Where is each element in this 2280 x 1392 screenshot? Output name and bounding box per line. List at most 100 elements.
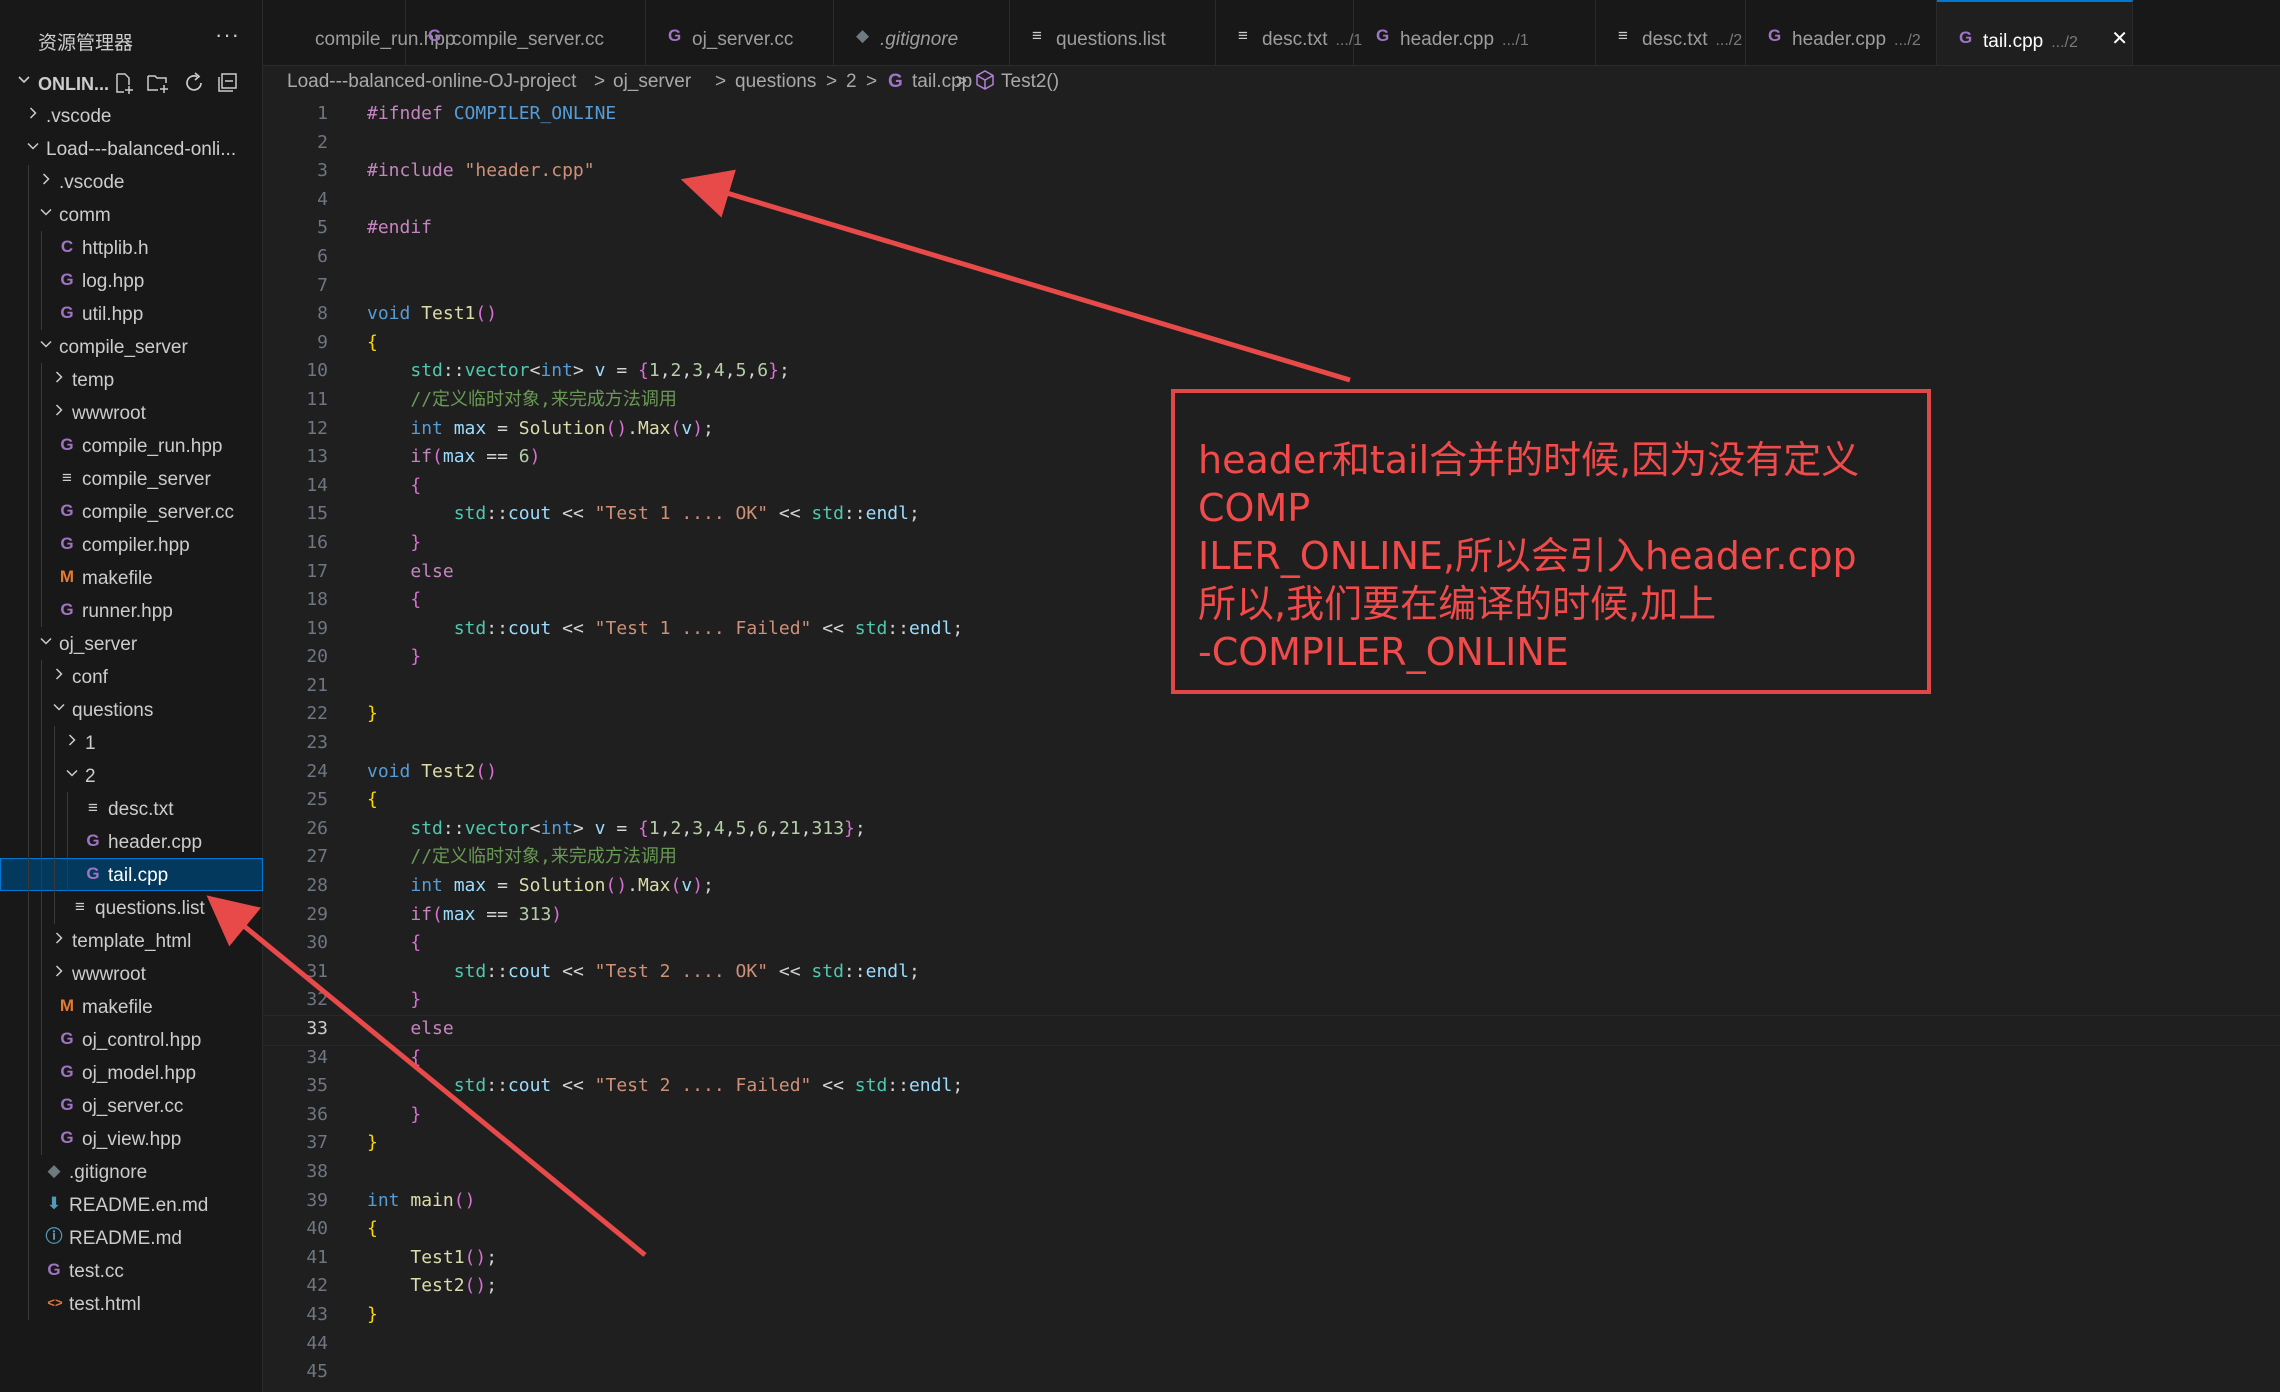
tree-file[interactable]: Mmakefile	[0, 561, 263, 594]
workspace-root[interactable]: ONLIN...	[0, 66, 263, 99]
tab-description: .../1	[1502, 32, 1529, 49]
tree-file[interactable]: ◆ .gitignore	[0, 1155, 263, 1188]
tree-file[interactable]: ⓘ README.md	[0, 1221, 263, 1254]
breadcrumb-item[interactable]: oj_server	[613, 71, 691, 93]
tree-file[interactable]: Glog.hpp	[0, 264, 263, 297]
tree-file[interactable]: Gcompile_run.hpp	[0, 429, 263, 462]
tree-folder[interactable]: 1	[0, 726, 263, 759]
tree-file[interactable]: Gcompiler.hpp	[0, 528, 263, 561]
indent-guide	[41, 396, 42, 429]
tree-file[interactable]: Goj_control.hpp	[0, 1023, 263, 1056]
code-line[interactable]	[367, 1358, 2267, 1387]
code-line[interactable]	[367, 129, 2267, 158]
code-line[interactable]: {	[367, 1044, 2267, 1073]
tree-folder[interactable]: .vscode	[0, 165, 263, 198]
tree-folder[interactable]: compile_server	[0, 330, 263, 363]
code-line[interactable]: }	[367, 986, 2267, 1015]
tree-file[interactable]: Grunner.hpp	[0, 594, 263, 627]
code-line[interactable]: std::cout << "Test 2 .... Failed" << std…	[367, 1072, 2267, 1101]
editor-tab[interactable]: ≡ desc.txt .../1	[1216, 0, 1362, 65]
code-line[interactable]	[367, 1330, 2267, 1359]
tree-folder[interactable]: Load---balanced-onli...	[0, 132, 263, 165]
code-line[interactable]: #include "header.cpp"	[367, 157, 2267, 186]
tree-file[interactable]: <> test.html	[0, 1287, 263, 1320]
tree-file[interactable]: Goj_model.hpp	[0, 1056, 263, 1089]
code-line[interactable]: std::cout << "Test 2 .... OK" << std::en…	[367, 958, 2267, 987]
tree-file[interactable]: Gtest.cc	[0, 1254, 263, 1287]
tree-file[interactable]: Gutil.hpp	[0, 297, 263, 330]
tree-file[interactable]: ⬇ README.en.md	[0, 1188, 263, 1221]
editor-tab[interactable]: ≡ questions.list	[1010, 0, 1216, 65]
tree-file[interactable]: Gheader.cpp	[0, 825, 263, 858]
tree-file[interactable]: ≡ questions.list	[0, 891, 263, 924]
code-line[interactable]: }	[367, 1301, 2267, 1330]
tree-file[interactable]: Gtail.cpp	[0, 858, 263, 891]
code-line[interactable]: //定义临时对象,来完成方法调用	[367, 843, 2267, 872]
code-line[interactable]: std::vector<int> v = {1,2,3,4,5,6,21,313…	[367, 815, 2267, 844]
tree-item-label: compile_server	[82, 469, 211, 490]
code-line[interactable]: void Test1()	[367, 300, 2267, 329]
code-line[interactable]: {	[367, 929, 2267, 958]
tree-folder[interactable]: oj_server	[0, 627, 263, 660]
code-content[interactable]: #ifndef COMPILER_ONLINE #include "header.…	[263, 100, 2280, 1387]
breadcrumb-item[interactable]: questions	[735, 71, 816, 93]
code-line[interactable]: }	[367, 1101, 2267, 1130]
tree-file[interactable]: Goj_view.hpp	[0, 1122, 263, 1155]
editor-tab[interactable]: Gheader.cpp .../2	[1746, 0, 1937, 65]
code-line[interactable]: void Test2()	[367, 758, 2267, 787]
editor-tab[interactable]: Gcompile_server.cc	[406, 0, 646, 65]
code-line[interactable]: int max = Solution().Max(v);	[367, 872, 2267, 901]
tree-folder[interactable]: wwwroot	[0, 957, 263, 990]
code-line[interactable]: }	[367, 700, 2267, 729]
code-line[interactable]: #endif	[367, 214, 2267, 243]
breadcrumb-item[interactable]: Test2()	[1001, 71, 1059, 93]
code-line[interactable]: else	[263, 1015, 2280, 1046]
editor-tab[interactable]: compile_run.hpp	[263, 0, 455, 65]
code-line[interactable]: }	[367, 1129, 2267, 1158]
tree-file[interactable]: Mmakefile	[0, 990, 263, 1023]
code-line[interactable]	[367, 729, 2267, 758]
code-line[interactable]: {	[367, 1215, 2267, 1244]
editor-tab[interactable]: Gtail.cpp .../2 ✕	[1937, 0, 2133, 65]
code-line[interactable]	[367, 186, 2267, 215]
collapse-all-icon[interactable]	[216, 71, 242, 97]
tree-folder[interactable]: wwwroot	[0, 396, 263, 429]
tree-folder[interactable]: comm	[0, 198, 263, 231]
tree-folder[interactable]: conf	[0, 660, 263, 693]
code-line[interactable]: std::vector<int> v = {1,2,3,4,5,6};	[367, 357, 2267, 386]
tree-folder[interactable]: questions	[0, 693, 263, 726]
code-line[interactable]: {	[367, 329, 2267, 358]
code-line[interactable]	[367, 1158, 2267, 1187]
code-line[interactable]	[367, 272, 2267, 301]
new-folder-icon[interactable]	[146, 71, 172, 97]
tree-folder[interactable]: 2	[0, 759, 263, 792]
code-line[interactable]: if(max == 313)	[367, 901, 2267, 930]
refresh-icon[interactable]	[182, 71, 208, 97]
code-line[interactable]: {	[367, 786, 2267, 815]
code-line[interactable]: Test2();	[367, 1272, 2267, 1301]
editor-tab[interactable]: Gheader.cpp .../1	[1354, 0, 1596, 65]
tree-file[interactable]: ≡ desc.txt	[0, 792, 263, 825]
close-icon[interactable]: ✕	[2111, 26, 2128, 51]
more-actions-icon[interactable]: ···	[215, 22, 240, 48]
editor-tab[interactable]: ≡ desc.txt .../2	[1596, 0, 1746, 65]
code-line[interactable]: int main()	[367, 1187, 2267, 1216]
breadcrumb-item[interactable]: Load---balanced-online-OJ-project	[287, 71, 576, 93]
code-line[interactable]: #ifndef COMPILER_ONLINE	[367, 100, 2267, 129]
indent-guide	[28, 1155, 29, 1188]
tree-folder[interactable]: template_html	[0, 924, 263, 957]
tree-folder[interactable]: .vscode	[0, 99, 263, 132]
tree-file[interactable]: Chttplib.h	[0, 231, 263, 264]
code-line[interactable]	[367, 243, 2267, 272]
breadcrumb-separator: >	[715, 71, 727, 92]
editor-tab[interactable]: Goj_server.cc	[646, 0, 834, 65]
new-file-icon[interactable]	[112, 71, 138, 97]
tree-file[interactable]: Gcompile_server.cc	[0, 495, 263, 528]
breadcrumb-item[interactable]: 2	[846, 71, 857, 93]
tree-file[interactable]: ≡ compile_server	[0, 462, 263, 495]
tree-file[interactable]: Goj_server.cc	[0, 1089, 263, 1122]
editor-tab[interactable]: ◆ .gitignore	[834, 0, 1010, 65]
code-line[interactable]: Test1();	[367, 1244, 2267, 1273]
tree-folder[interactable]: temp	[0, 363, 263, 396]
code-editor[interactable]: 1 2 3 4 5 6 7 8 9 10 11 12 13 14 15 16 17 18 19 20 21 22 23 24 2…	[263, 100, 2280, 1392]
